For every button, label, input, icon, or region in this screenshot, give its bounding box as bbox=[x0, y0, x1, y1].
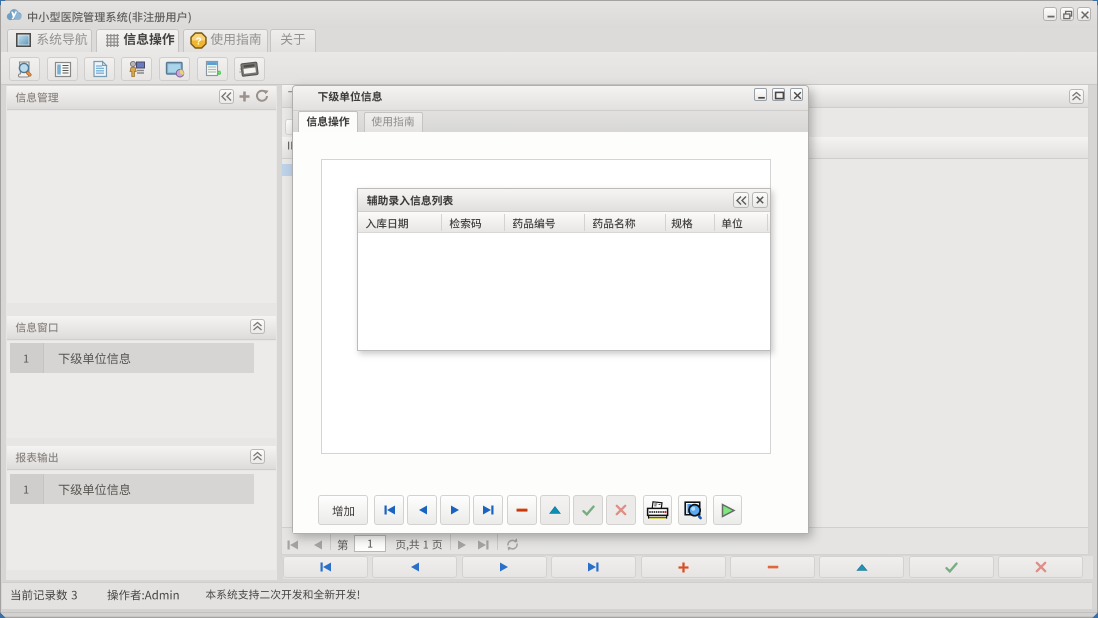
svg-text:?: ? bbox=[195, 37, 201, 48]
